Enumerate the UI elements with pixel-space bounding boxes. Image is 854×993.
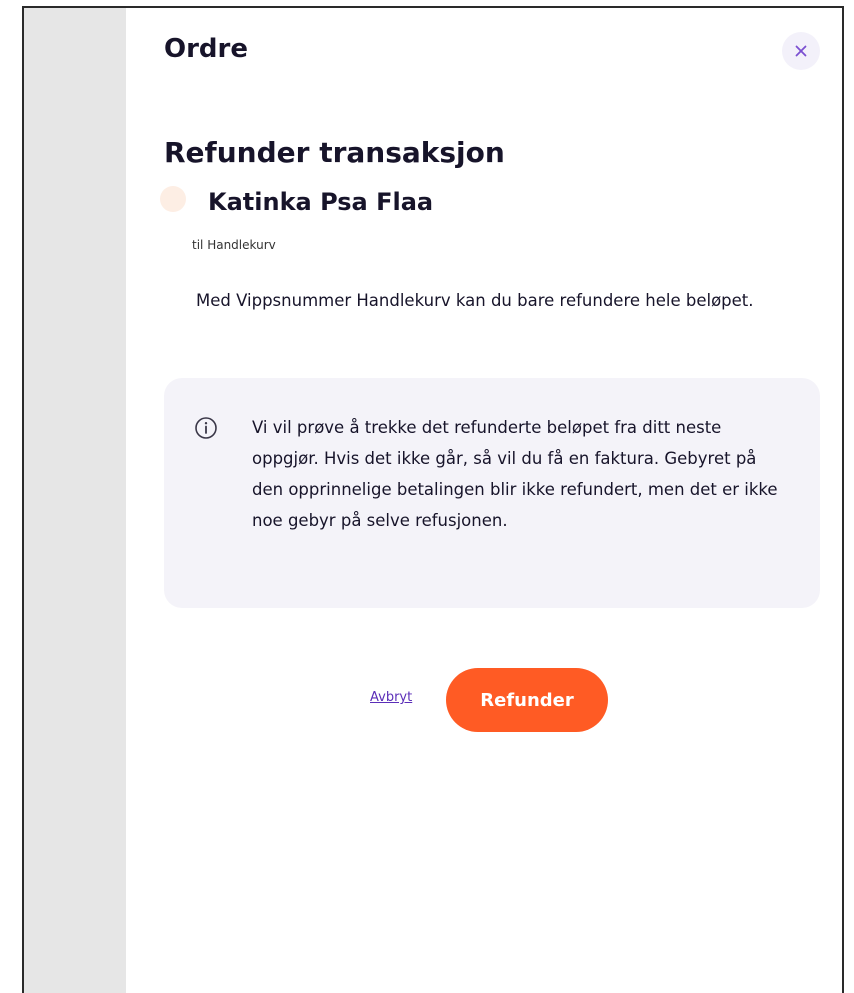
screenshot-frame: Ordre Refunder transaksjon Katinka Psa F… (22, 6, 844, 993)
info-text: Vi vil prøve å trekke det refunderte bel… (252, 418, 778, 530)
refund-panel: Ordre Refunder transaksjon Katinka Psa F… (126, 8, 842, 993)
cancel-link[interactable]: Avbryt (370, 690, 412, 705)
panel-title: Ordre (164, 34, 248, 64)
info-icon (195, 417, 217, 439)
refund-title: Refunder transaksjon (164, 136, 505, 169)
close-icon (795, 45, 807, 57)
close-button[interactable] (782, 32, 820, 70)
avatar (160, 186, 186, 212)
info-box: Vi vil prøve å trekke det refunderte bel… (164, 378, 820, 608)
side-rail (24, 8, 126, 993)
refund-note: Med Vippsnummer Handlekurv kan du bare r… (196, 291, 754, 310)
action-bar: Avbryt Refunder (126, 668, 842, 732)
refund-button[interactable]: Refunder (446, 668, 608, 732)
merchant-subtitle: til Handlekurv (192, 238, 276, 252)
customer-name: Katinka Psa Flaa (208, 188, 434, 216)
